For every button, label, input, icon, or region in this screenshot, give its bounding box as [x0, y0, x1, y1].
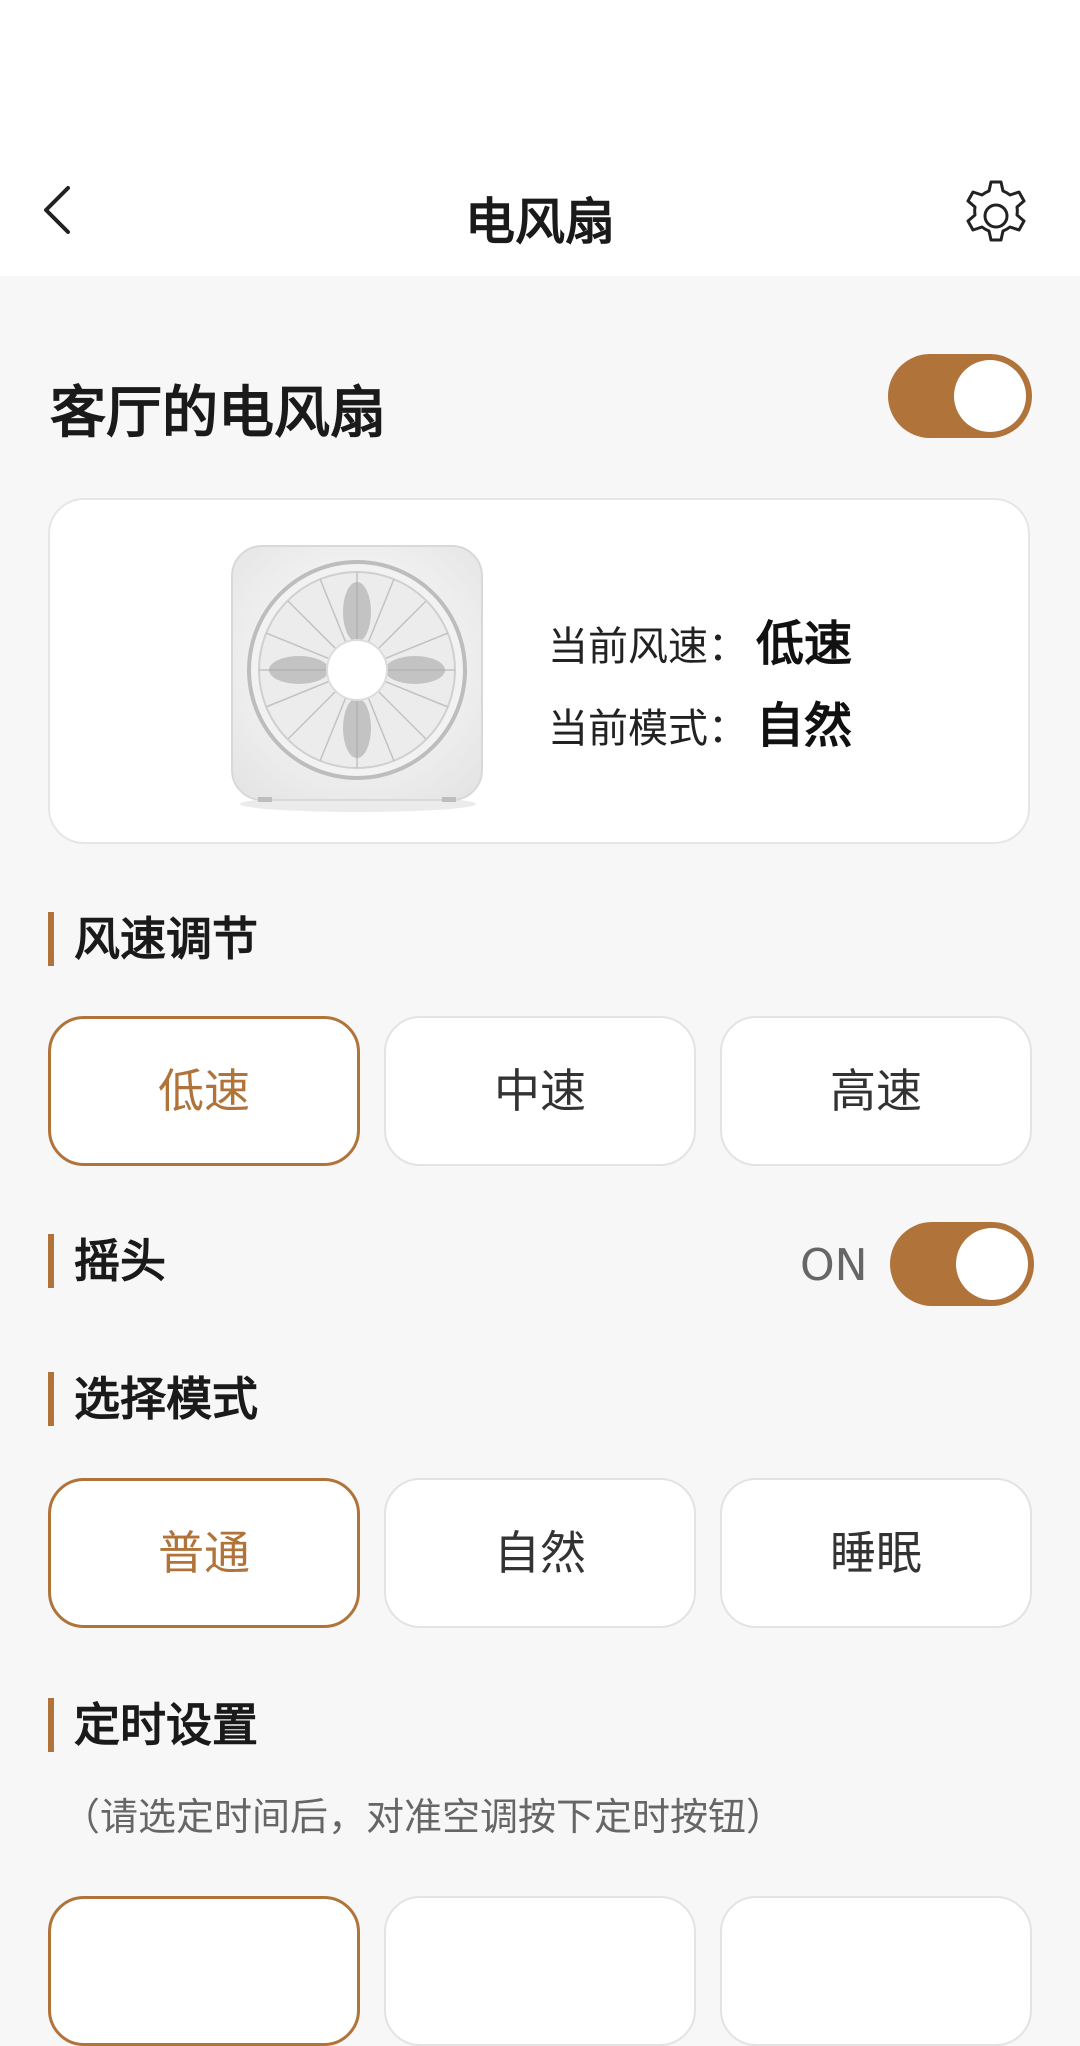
toggle-knob: [956, 1228, 1028, 1300]
status-bar: [0, 0, 1080, 140]
page-title: 电风扇: [465, 193, 615, 251]
power-toggle[interactable]: [888, 354, 1032, 438]
swing-section-title: 摇头: [48, 1234, 166, 1288]
current-mode-row: 当前模式： 自然: [548, 686, 852, 756]
toggle-knob: [954, 360, 1026, 432]
top-nav-bar: 电风扇: [0, 140, 1080, 276]
swing-toggle[interactable]: [890, 1222, 1034, 1306]
timer-option-1[interactable]: [48, 1896, 360, 2046]
current-mode-label: 当前模式：: [548, 706, 748, 752]
device-name: 客厅的电风扇: [50, 381, 386, 446]
timer-option-3[interactable]: [720, 1896, 1032, 2046]
current-speed-value: 低速: [756, 616, 853, 672]
device-status-card: 当前风速： 低速 当前模式： 自然: [48, 498, 1030, 844]
gear-icon: [966, 180, 1026, 242]
timer-option-2[interactable]: [384, 1896, 696, 2046]
settings-button[interactable]: [958, 174, 1034, 250]
current-mode-value: 自然: [756, 698, 853, 754]
speed-option-low[interactable]: 低速: [48, 1016, 360, 1166]
swing-state: ON: [800, 1240, 868, 1291]
mode-option-normal[interactable]: 普通: [48, 1478, 360, 1628]
speed-option-medium[interactable]: 中速: [384, 1016, 696, 1166]
speed-section-title: 风速调节: [48, 912, 258, 966]
mode-section-title: 选择模式: [48, 1372, 258, 1426]
timer-hint: （请选定时间后，对准空调按下定时按钮）: [62, 1795, 785, 1839]
timer-section-title: 定时设置: [48, 1698, 258, 1752]
current-speed-row: 当前风速： 低速: [548, 604, 852, 674]
speed-option-high[interactable]: 高速: [720, 1016, 1032, 1166]
current-speed-label: 当前风速：: [548, 624, 748, 670]
mode-option-natural[interactable]: 自然: [384, 1478, 696, 1628]
fan-image: [231, 545, 483, 812]
mode-option-sleep[interactable]: 睡眠: [720, 1478, 1032, 1628]
